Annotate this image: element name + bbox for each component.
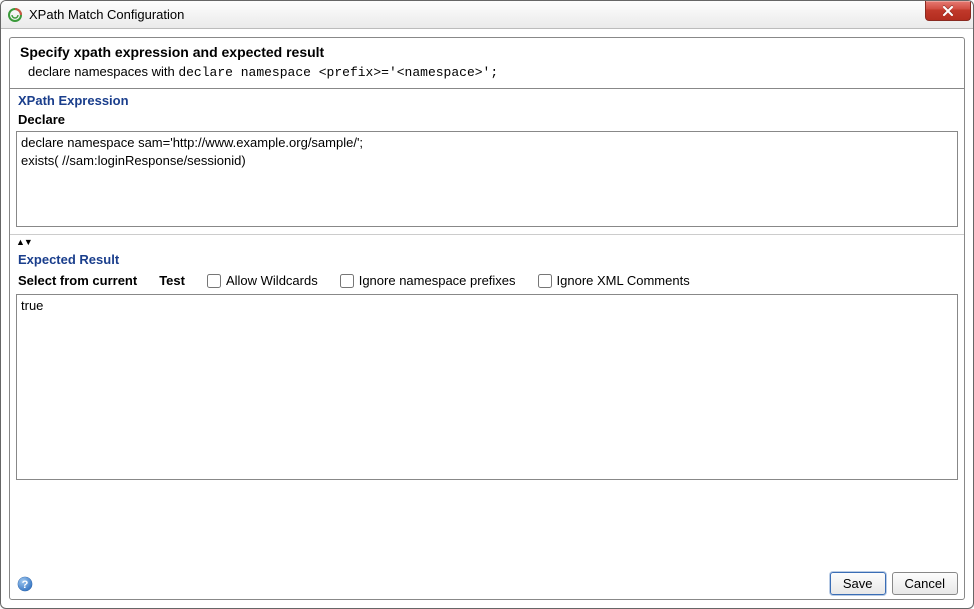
splitter-arrows-icon: ▲▼	[16, 237, 32, 247]
expected-section-label: Expected Result	[10, 248, 964, 269]
ignore-ns-prefixes-label: Ignore namespace prefixes	[359, 273, 516, 288]
ignore-xml-comments-checkbox[interactable]: Ignore XML Comments	[538, 273, 690, 288]
allow-wildcards-checkbox[interactable]: Allow Wildcards	[207, 273, 318, 288]
test-link[interactable]: Test	[159, 273, 185, 288]
cancel-button[interactable]: Cancel	[892, 572, 958, 595]
dialog-window: XPath Match Configuration Specify xpath …	[0, 0, 974, 609]
ignore-xml-comments-input[interactable]	[538, 274, 552, 288]
dialog-footer: ? Save Cancel	[10, 568, 964, 599]
allow-wildcards-label: Allow Wildcards	[226, 273, 318, 288]
ignore-xml-comments-label: Ignore XML Comments	[557, 273, 690, 288]
allow-wildcards-input[interactable]	[207, 274, 221, 288]
svg-text:?: ?	[22, 579, 29, 591]
xpath-section-label: XPath Expression	[10, 89, 964, 110]
titlebar: XPath Match Configuration	[1, 1, 973, 29]
xpath-expression-input[interactable]	[16, 131, 958, 227]
instruction-header: Specify xpath expression and expected re…	[10, 38, 964, 89]
declare-label[interactable]: Declare	[10, 110, 964, 131]
ignore-ns-prefixes-checkbox[interactable]: Ignore namespace prefixes	[340, 273, 516, 288]
select-from-current-link[interactable]: Select from current	[18, 273, 137, 288]
dialog-content: Specify xpath expression and expected re…	[1, 29, 973, 608]
instruction-description: declare namespaces with declare namespac…	[20, 64, 954, 80]
help-icon[interactable]: ?	[16, 575, 34, 593]
instruction-title: Specify xpath expression and expected re…	[20, 44, 954, 60]
expected-result-input[interactable]	[16, 294, 958, 480]
save-button[interactable]: Save	[830, 572, 886, 595]
window-title: XPath Match Configuration	[29, 7, 184, 22]
splitter-handle[interactable]: ▲▼	[10, 234, 964, 248]
close-button[interactable]	[925, 1, 971, 21]
instruction-desc-prefix: declare namespaces with	[28, 64, 178, 79]
app-icon	[7, 7, 23, 23]
ignore-ns-prefixes-input[interactable]	[340, 274, 354, 288]
instruction-desc-code: declare namespace <prefix>='<namespace>'…	[178, 65, 498, 80]
main-panel: Specify xpath expression and expected re…	[9, 37, 965, 600]
expected-options-row: Select from current Test Allow Wildcards…	[10, 269, 964, 294]
